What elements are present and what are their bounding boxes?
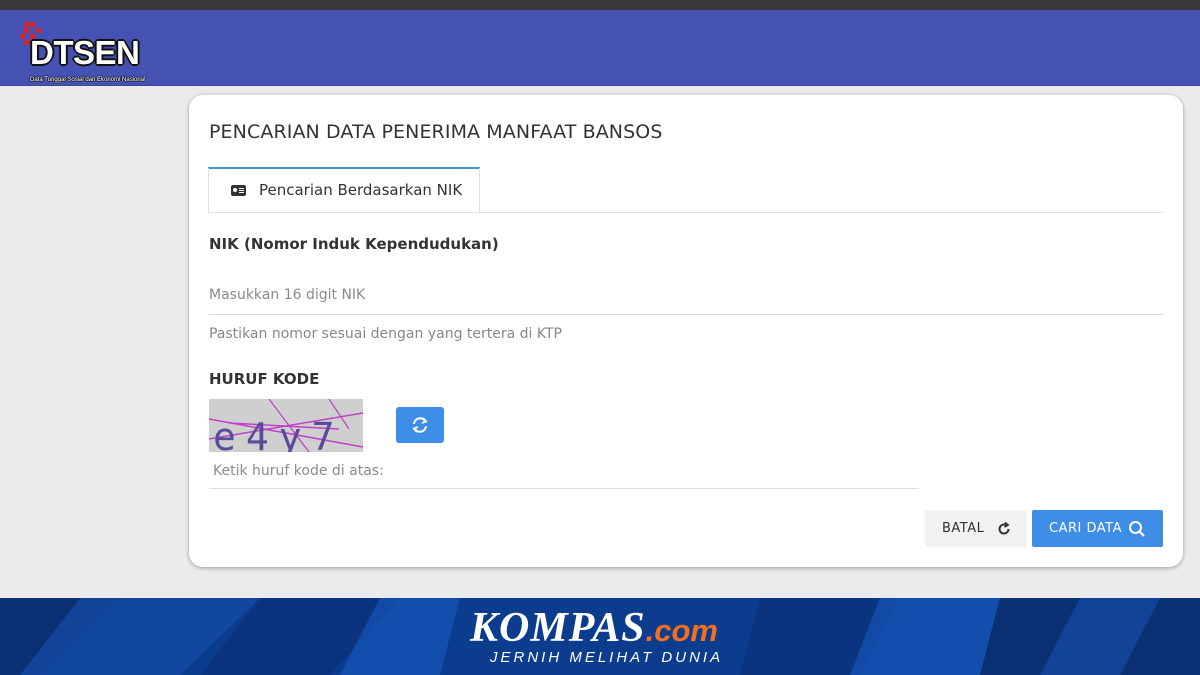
logo-text: DTSEN <box>30 34 140 71</box>
logo-square-icon <box>20 34 25 39</box>
kompas-banner: KOMPAS.com JERNIH MELIHAT DUNIA <box>0 598 1200 675</box>
id-card-icon <box>231 185 246 196</box>
app-header: DTSEN Data Tunggal Sosial dan Ekonomi Na… <box>0 10 1200 86</box>
search-button-label: CARI DATA <box>1049 521 1122 536</box>
browser-top-bar <box>0 0 1200 10</box>
cancel-button[interactable]: BATAL <box>925 510 1027 547</box>
tab-divider <box>208 212 1163 213</box>
captcha-input[interactable] <box>209 453 919 489</box>
page-title: PENCARIAN DATA PENERIMA MANFAAT BANSOS <box>209 121 663 143</box>
refresh-captcha-button[interactable] <box>396 407 444 443</box>
kompas-logo-text: KOMPAS <box>470 605 646 651</box>
refresh-icon <box>412 417 428 433</box>
logo-square-icon <box>24 40 29 45</box>
search-icon <box>1129 521 1145 537</box>
logo-square-icon <box>36 28 41 33</box>
cancel-button-label: BATAL <box>942 521 985 536</box>
nik-helper-text: Pastikan nomor sesuai dengan yang terter… <box>209 326 562 342</box>
search-button[interactable]: CARI DATA <box>1032 510 1163 547</box>
logo-subtitle: Data Tunggal Sosial dan Ekonomi Nasional <box>30 77 146 83</box>
kompas-tagline: JERNIH MELIHAT DUNIA <box>490 649 724 666</box>
reset-icon <box>998 522 1010 535</box>
logo-square-icon <box>30 22 35 27</box>
nik-label: NIK (Nomor Induk Kependudukan) <box>209 235 499 253</box>
dtsen-logo[interactable]: DTSEN Data Tunggal Sosial dan Ekonomi Na… <box>20 22 152 83</box>
logo-square-icon <box>24 22 29 27</box>
logo-square-icon <box>24 28 29 33</box>
tab-label: Pencarian Berdasarkan NIK <box>259 181 463 199</box>
nik-input[interactable] <box>209 275 1163 315</box>
kompas-logo: KOMPAS.com <box>470 604 718 652</box>
captcha-label: HURUF KODE <box>209 370 320 388</box>
search-card: PENCARIAN DATA PENERIMA MANFAAT BANSOS P… <box>189 95 1183 567</box>
captcha-text: e4y7 <box>213 415 345 452</box>
captcha-image: e4y7 <box>209 399 363 452</box>
kompas-logo-suffix: .com <box>645 613 718 648</box>
tab-nik-search[interactable]: Pencarian Berdasarkan NIK <box>208 167 480 212</box>
